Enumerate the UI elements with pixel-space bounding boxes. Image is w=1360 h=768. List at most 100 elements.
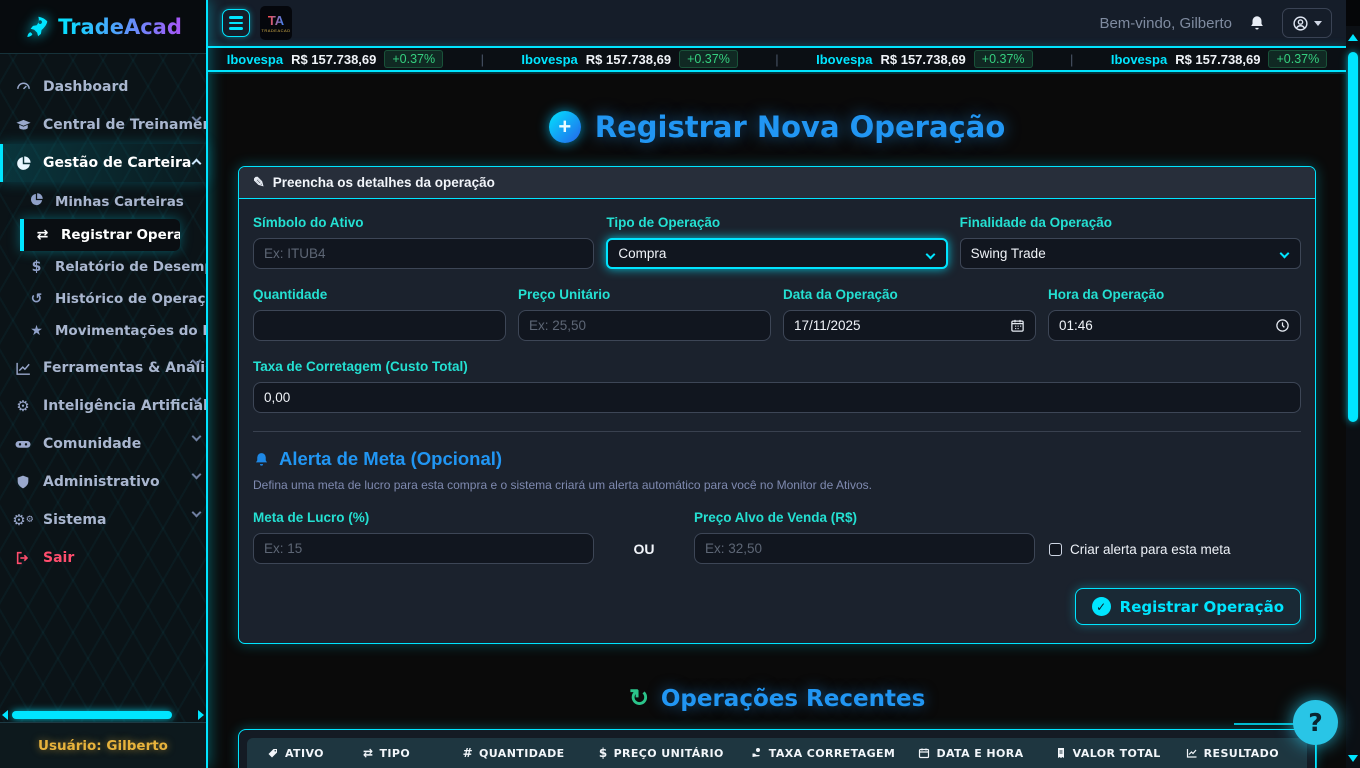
- bell-icon[interactable]: [1248, 14, 1266, 32]
- sidebar-item-ia[interactable]: ⚙ Inteligência Artificial: [0, 387, 206, 425]
- target-price-input[interactable]: [694, 533, 1035, 564]
- sidebar-subitem-registrar-operacao[interactable]: ⇄ Registrar Operação: [20, 219, 180, 251]
- sidebar-item-administrativo[interactable]: Administrativo: [0, 463, 206, 501]
- type-select-value: Compra: [618, 246, 666, 261]
- column-header-quantidade: # QUANTIDADE: [463, 746, 599, 760]
- sidebar-subitem-relatorio-desempenho[interactable]: $ Relatório de Desempenh: [20, 251, 206, 283]
- user-menu-button[interactable]: [1282, 8, 1332, 38]
- ticker-price: R$ 157.738,69: [291, 52, 376, 67]
- column-header-resultado: RESULTADO: [1186, 746, 1301, 760]
- chevron-down-icon: [192, 508, 202, 518]
- sidebar-item-label: Gestão de Carteira: [43, 155, 191, 171]
- section-divider: [253, 431, 1301, 432]
- page-title: Registrar Nova Operação: [595, 110, 1006, 144]
- unit-price-input[interactable]: [518, 310, 771, 341]
- hamburger-menu-button[interactable]: [222, 9, 250, 37]
- vertical-scrollbar[interactable]: [1346, 26, 1360, 768]
- recent-operations-table-card: ATIVO ⇄ TIPO # QUANTIDADE $ PREÇO UNITÁR…: [238, 729, 1316, 768]
- shield-icon: [14, 473, 32, 491]
- column-header-valor-total: VALOR TOTAL: [1055, 746, 1186, 760]
- plus-circle-icon: +: [549, 111, 581, 143]
- scrollbar-thumb[interactable]: [12, 711, 172, 719]
- ticker-separator: |: [775, 52, 778, 67]
- graduation-cap-icon: [14, 116, 32, 134]
- sidebar-item-label: Comunidade: [43, 436, 141, 452]
- brand-short: TA: [268, 14, 284, 27]
- symbol-input[interactable]: [253, 238, 594, 269]
- purpose-select[interactable]: Swing Trade: [960, 238, 1301, 269]
- type-label: Tipo de Operação: [606, 215, 947, 230]
- ticker-symbol: Ibovespa: [227, 52, 283, 67]
- bell-icon: [253, 451, 270, 468]
- fee-field: Taxa de Corretagem (Custo Total): [253, 359, 1301, 413]
- calendar-icon[interactable]: [1010, 318, 1025, 333]
- receipt-icon: [1055, 747, 1067, 759]
- star-icon: ★: [28, 323, 45, 339]
- sidebar-item-label: Inteligência Artificial: [43, 398, 206, 414]
- sidebar-item-ferramentas[interactable]: Ferramentas & Análise: [0, 349, 206, 387]
- quantity-input[interactable]: [253, 310, 506, 341]
- sidebar-item-sistema[interactable]: ⚙⚙ Sistema: [0, 501, 206, 539]
- ticker-symbol: Ibovespa: [816, 52, 872, 67]
- sidebar-item-gestao-carteira[interactable]: Gestão de Carteira: [0, 144, 206, 182]
- sign-out-icon: [14, 549, 32, 567]
- register-operation-label: Registrar Operação: [1120, 598, 1284, 616]
- ticker-price: R$ 157.738,69: [586, 52, 671, 67]
- goal-input[interactable]: [253, 533, 594, 564]
- help-button[interactable]: ?: [1293, 700, 1338, 745]
- pie-chart-icon: [14, 154, 32, 172]
- sidebar-subitem-minhas-carteiras[interactable]: Minhas Carteiras: [20, 184, 206, 219]
- create-alert-checkbox[interactable]: [1049, 543, 1062, 556]
- ticker-price: R$ 157.738,69: [880, 52, 965, 67]
- date-value: 17/11/2025: [794, 318, 861, 333]
- time-input[interactable]: 01:46: [1048, 310, 1301, 341]
- gamepad-icon: [14, 435, 32, 453]
- sidebar-subitem-movimentacoes-mercado[interactable]: ★ Movimentações do Merc: [20, 315, 206, 347]
- pie-chart-icon: [28, 192, 45, 211]
- pencil-icon: ✎: [253, 174, 265, 191]
- scroll-left-arrow-icon[interactable]: [2, 710, 8, 720]
- or-text: OU: [594, 541, 694, 564]
- scroll-down-arrow-icon[interactable]: [1348, 755, 1358, 762]
- check-circle-icon: ✓: [1092, 597, 1111, 616]
- sidebar-horizontal-scrollbar[interactable]: [0, 709, 206, 721]
- sidebar-subitem-label: Movimentações do Merc: [55, 323, 206, 339]
- dollar-icon: $: [599, 746, 608, 760]
- sidebar-logo[interactable]: TradeAcad: [0, 0, 206, 54]
- register-operation-button[interactable]: ✓ Registrar Operação: [1075, 588, 1301, 625]
- clock-icon[interactable]: [1275, 318, 1290, 333]
- form-card-title: Preencha os detalhes da operação: [273, 175, 495, 190]
- dollar-icon: $: [28, 259, 45, 275]
- help-decor-line-horizontal: [1234, 723, 1294, 725]
- recent-operations-title: Operações Recentes: [661, 686, 925, 712]
- sidebar-item-dashboard[interactable]: Dashboard: [0, 68, 206, 106]
- ticker-item: Ibovespa R$ 157.738,69 +0.37%: [1111, 50, 1327, 68]
- brand-logo-chip[interactable]: TA TRADEACAD: [260, 6, 292, 40]
- sidebar-item-treinamento[interactable]: Central de Treinamento: [0, 106, 206, 144]
- fee-input[interactable]: [253, 382, 1301, 413]
- create-alert-checkbox-row[interactable]: Criar alerta para esta meta: [1049, 542, 1231, 564]
- help-decor-line-vertical: [1315, 742, 1317, 768]
- sidebar-item-label: Dashboard: [43, 79, 128, 95]
- column-header-data-hora: DATA E HORA: [918, 746, 1054, 760]
- hash-icon: #: [463, 746, 473, 760]
- alert-section-title-row: Alerta de Meta (Opcional): [253, 448, 1301, 470]
- scroll-right-arrow-icon[interactable]: [198, 710, 204, 720]
- history-icon: ↺: [629, 684, 649, 713]
- ticker-separator: |: [1070, 52, 1073, 67]
- scroll-up-arrow-icon[interactable]: [1348, 34, 1358, 41]
- sidebar-subitem-historico-operacoes[interactable]: ↺ Histórico de Operações: [20, 283, 206, 315]
- create-alert-label: Criar alerta para esta meta: [1070, 542, 1231, 557]
- type-select[interactable]: Compra: [606, 238, 947, 269]
- date-input[interactable]: 17/11/2025: [783, 310, 1036, 341]
- sidebar-item-comunidade[interactable]: Comunidade: [0, 425, 206, 463]
- purpose-select-value: Swing Trade: [971, 246, 1046, 261]
- purpose-field: Finalidade da Operação Swing Trade: [960, 215, 1301, 269]
- market-ticker: Ibovespa R$ 157.738,69 +0.37% | Ibovespa…: [208, 46, 1346, 72]
- sidebar-item-sair[interactable]: Sair: [0, 539, 206, 577]
- ticker-change-badge: +0.37%: [974, 50, 1033, 68]
- time-label: Hora da Operação: [1048, 287, 1301, 302]
- sidebar-user-footer: Usuário: Gilberto: [0, 722, 206, 768]
- goal-label: Meta de Lucro (%): [253, 510, 594, 525]
- scrollbar-thumb[interactable]: [1348, 52, 1358, 422]
